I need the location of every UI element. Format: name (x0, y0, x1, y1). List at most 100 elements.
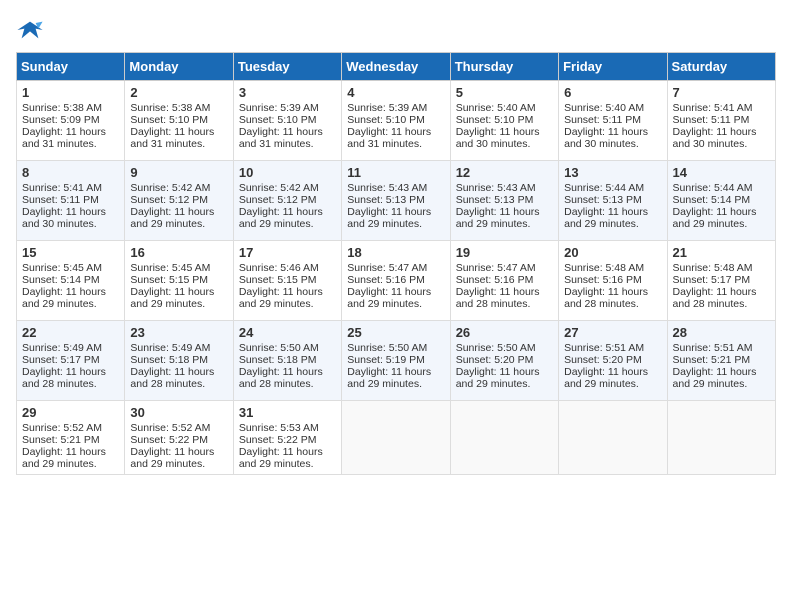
sunrise: Sunrise: 5:39 AM (347, 102, 427, 114)
sunrise: Sunrise: 5:45 AM (22, 262, 102, 274)
daylight: Daylight: 11 hours and 29 minutes. (239, 446, 323, 470)
day-number: 11 (347, 165, 444, 180)
daylight: Daylight: 11 hours and 31 minutes. (239, 126, 323, 150)
calendar-cell: 4Sunrise: 5:39 AMSunset: 5:10 PMDaylight… (342, 81, 450, 161)
day-number: 30 (130, 405, 227, 420)
day-number: 21 (673, 245, 770, 260)
calendar-cell: 31Sunrise: 5:53 AMSunset: 5:22 PMDayligh… (233, 401, 341, 475)
daylight: Daylight: 11 hours and 29 minutes. (22, 286, 106, 310)
calendar-cell: 16Sunrise: 5:45 AMSunset: 5:15 PMDayligh… (125, 241, 233, 321)
sunrise: Sunrise: 5:49 AM (130, 342, 210, 354)
daylight: Daylight: 11 hours and 31 minutes. (130, 126, 214, 150)
sunrise: Sunrise: 5:53 AM (239, 422, 319, 434)
calendar-cell: 17Sunrise: 5:46 AMSunset: 5:15 PMDayligh… (233, 241, 341, 321)
daylight: Daylight: 11 hours and 29 minutes. (347, 206, 431, 230)
day-number: 7 (673, 85, 770, 100)
day-number: 12 (456, 165, 553, 180)
calendar-cell (667, 401, 775, 475)
sunset: Sunset: 5:20 PM (564, 354, 642, 366)
sunrise: Sunrise: 5:40 AM (456, 102, 536, 114)
sunrise: Sunrise: 5:40 AM (564, 102, 644, 114)
day-number: 10 (239, 165, 336, 180)
sunset: Sunset: 5:20 PM (456, 354, 534, 366)
calendar-cell (450, 401, 558, 475)
sunset: Sunset: 5:18 PM (130, 354, 208, 366)
sunrise: Sunrise: 5:42 AM (239, 182, 319, 194)
sunrise: Sunrise: 5:50 AM (347, 342, 427, 354)
day-number: 17 (239, 245, 336, 260)
sunset: Sunset: 5:14 PM (22, 274, 100, 286)
day-number: 4 (347, 85, 444, 100)
sunset: Sunset: 5:15 PM (130, 274, 208, 286)
sunrise: Sunrise: 5:51 AM (564, 342, 644, 354)
day-number: 28 (673, 325, 770, 340)
day-number: 3 (239, 85, 336, 100)
calendar-cell: 10 Sunrise: 5:42 AMSunset: 5:12 PMDayligh… (233, 161, 341, 241)
daylight: Daylight: 11 hours and 29 minutes. (347, 366, 431, 390)
sunset: Sunset: 5:11 PM (564, 114, 641, 126)
daylight: Daylight: 11 hours and 28 minutes. (564, 286, 648, 310)
sunrise: Sunrise: 5:42 AM (130, 182, 210, 194)
sunset: Sunset: 5:13 PM (564, 194, 642, 206)
daylight: Daylight: 11 hours and 29 minutes. (456, 366, 540, 390)
calendar-cell: 7Sunrise: 5:41 AMSunset: 5:11 PMDaylight… (667, 81, 775, 161)
calendar-cell: 9Sunrise: 5:42 AMSunset: 5:12 PMDaylight… (125, 161, 233, 241)
calendar-cell: 8Sunrise: 5:41 AMSunset: 5:11 PMDaylight… (17, 161, 125, 241)
sunset: Sunset: 5:16 PM (347, 274, 425, 286)
calendar-cell: 19Sunrise: 5:47 AMSunset: 5:16 PMDayligh… (450, 241, 558, 321)
daylight: Daylight: 11 hours and 30 minutes. (564, 126, 648, 150)
page-header (16, 16, 776, 44)
logo-icon (16, 16, 44, 44)
daylight: Daylight: 11 hours and 29 minutes. (456, 206, 540, 230)
day-number: 9 (130, 165, 227, 180)
daylight: Daylight: 11 hours and 29 minutes. (564, 366, 648, 390)
day-number: 31 (239, 405, 336, 420)
sunset: Sunset: 5:09 PM (22, 114, 100, 126)
calendar-cell: 30Sunrise: 5:52 AMSunset: 5:22 PMDayligh… (125, 401, 233, 475)
sunrise: Sunrise: 5:48 AM (564, 262, 644, 274)
daylight: Daylight: 11 hours and 29 minutes. (239, 206, 323, 230)
daylight: Daylight: 11 hours and 29 minutes. (673, 366, 757, 390)
daylight: Daylight: 11 hours and 28 minutes. (22, 366, 106, 390)
sunset: Sunset: 5:13 PM (347, 194, 425, 206)
daylight: Daylight: 11 hours and 29 minutes. (22, 446, 106, 470)
sunset: Sunset: 5:18 PM (239, 354, 317, 366)
col-header-tuesday: Tuesday (233, 53, 341, 81)
sunrise: Sunrise: 5:46 AM (239, 262, 319, 274)
calendar-cell: 18Sunrise: 5:47 AMSunset: 5:16 PMDayligh… (342, 241, 450, 321)
day-number: 29 (22, 405, 119, 420)
daylight: Daylight: 11 hours and 31 minutes. (347, 126, 431, 150)
sunset: Sunset: 5:10 PM (130, 114, 208, 126)
calendar-cell: 2Sunrise: 5:38 AMSunset: 5:10 PMDaylight… (125, 81, 233, 161)
calendar-cell (559, 401, 667, 475)
day-number: 18 (347, 245, 444, 260)
calendar-cell: 5Sunrise: 5:40 AMSunset: 5:10 PMDaylight… (450, 81, 558, 161)
sunrise: Sunrise: 5:52 AM (22, 422, 102, 434)
day-number: 22 (22, 325, 119, 340)
calendar-cell: 25Sunrise: 5:50 AMSunset: 5:19 PMDayligh… (342, 321, 450, 401)
col-header-thursday: Thursday (450, 53, 558, 81)
calendar-cell: 26Sunrise: 5:50 AMSunset: 5:20 PMDayligh… (450, 321, 558, 401)
day-number: 23 (130, 325, 227, 340)
sunrise: Sunrise: 5:38 AM (22, 102, 102, 114)
sunset: Sunset: 5:15 PM (239, 274, 317, 286)
daylight: Daylight: 11 hours and 28 minutes. (673, 286, 757, 310)
daylight: Daylight: 11 hours and 28 minutes. (239, 366, 323, 390)
daylight: Daylight: 11 hours and 30 minutes. (673, 126, 757, 150)
daylight: Daylight: 11 hours and 29 minutes. (130, 446, 214, 470)
daylight: Daylight: 11 hours and 30 minutes. (456, 126, 540, 150)
col-header-monday: Monday (125, 53, 233, 81)
sunset: Sunset: 5:11 PM (22, 194, 99, 206)
day-number: 25 (347, 325, 444, 340)
sunrise: Sunrise: 5:50 AM (456, 342, 536, 354)
daylight: Daylight: 11 hours and 30 minutes. (22, 206, 106, 230)
col-header-saturday: Saturday (667, 53, 775, 81)
calendar-cell: 29Sunrise: 5:52 AMSunset: 5:21 PMDayligh… (17, 401, 125, 475)
sunrise: Sunrise: 5:41 AM (22, 182, 102, 194)
sunset: Sunset: 5:12 PM (239, 194, 317, 206)
sunset: Sunset: 5:21 PM (673, 354, 751, 366)
day-number: 16 (130, 245, 227, 260)
daylight: Daylight: 11 hours and 31 minutes. (22, 126, 106, 150)
calendar-cell: 12Sunrise: 5:43 AMSunset: 5:13 PMDayligh… (450, 161, 558, 241)
calendar-cell: 22Sunrise: 5:49 AMSunset: 5:17 PMDayligh… (17, 321, 125, 401)
